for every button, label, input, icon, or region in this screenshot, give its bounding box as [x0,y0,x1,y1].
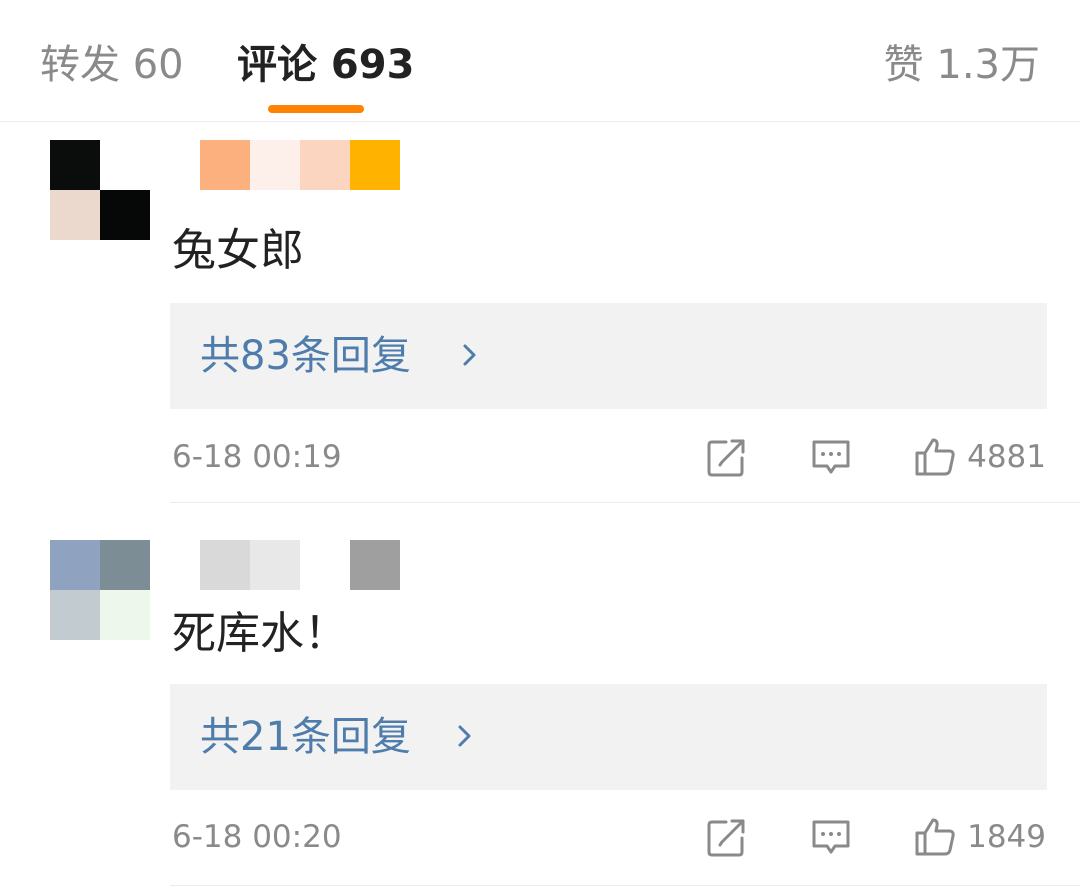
avatar-pixel [50,140,100,190]
view-replies-button[interactable]: 共83条回复 [170,303,1047,409]
username-pixel [350,140,400,190]
comment-text: 死库水！ [172,608,348,659]
replies-label: 共21条回复 [200,714,411,760]
chevron-right-icon [463,344,476,366]
avatar-pixel [100,540,150,590]
replies-label: 共83条回复 [200,333,411,379]
username-pixel [350,540,400,590]
comment-item: 兔女郎 共83条回复 6-18 00:19 4881 [0,123,1080,503]
comment-icon[interactable] [808,434,854,480]
avatar-pixel [100,140,150,190]
username-pixel [300,540,350,590]
username-pixel [450,140,500,190]
avatar-pixel [100,590,150,640]
tab-reposts[interactable]: 转发 60 [40,40,184,90]
username-mosaic[interactable] [200,140,500,190]
share-icon[interactable] [704,814,750,860]
username-pixel [250,140,300,190]
active-tab-indicator [268,105,364,113]
comment-item: 死库水！ 共21条回复 6-18 00:20 1849 [0,503,1080,886]
like-count: 4881 [967,439,1046,475]
tab-bar: 转发 60 评论 693 赞 1.3万 [0,0,1080,122]
comment-icon[interactable] [808,814,854,860]
avatar-pixel [100,190,150,240]
avatar-pixel [50,590,100,640]
avatar[interactable] [50,140,150,240]
username-mosaic[interactable] [200,540,400,590]
tab-likes[interactable]: 赞 1.3万 [884,40,1040,90]
username-pixel [200,540,250,590]
comment-timestamp: 6-18 00:19 [172,439,342,475]
avatar-pixel [50,190,100,240]
username-pixel [300,140,350,190]
username-pixel [400,140,450,190]
tab-comments[interactable]: 评论 693 [237,40,414,90]
comment-text: 兔女郎 [172,225,304,276]
username-pixel [250,540,300,590]
like-count: 1849 [967,819,1046,855]
divider [170,885,1080,886]
chevron-right-icon [458,725,471,747]
thumbs-up-icon[interactable] [912,434,958,480]
avatar-pixel [50,540,100,590]
share-icon[interactable] [704,434,750,480]
view-replies-button[interactable]: 共21条回复 [170,684,1047,790]
username-pixel [200,140,250,190]
thumbs-up-icon[interactable] [912,814,958,860]
avatar[interactable] [50,540,150,640]
comment-timestamp: 6-18 00:20 [172,819,342,855]
